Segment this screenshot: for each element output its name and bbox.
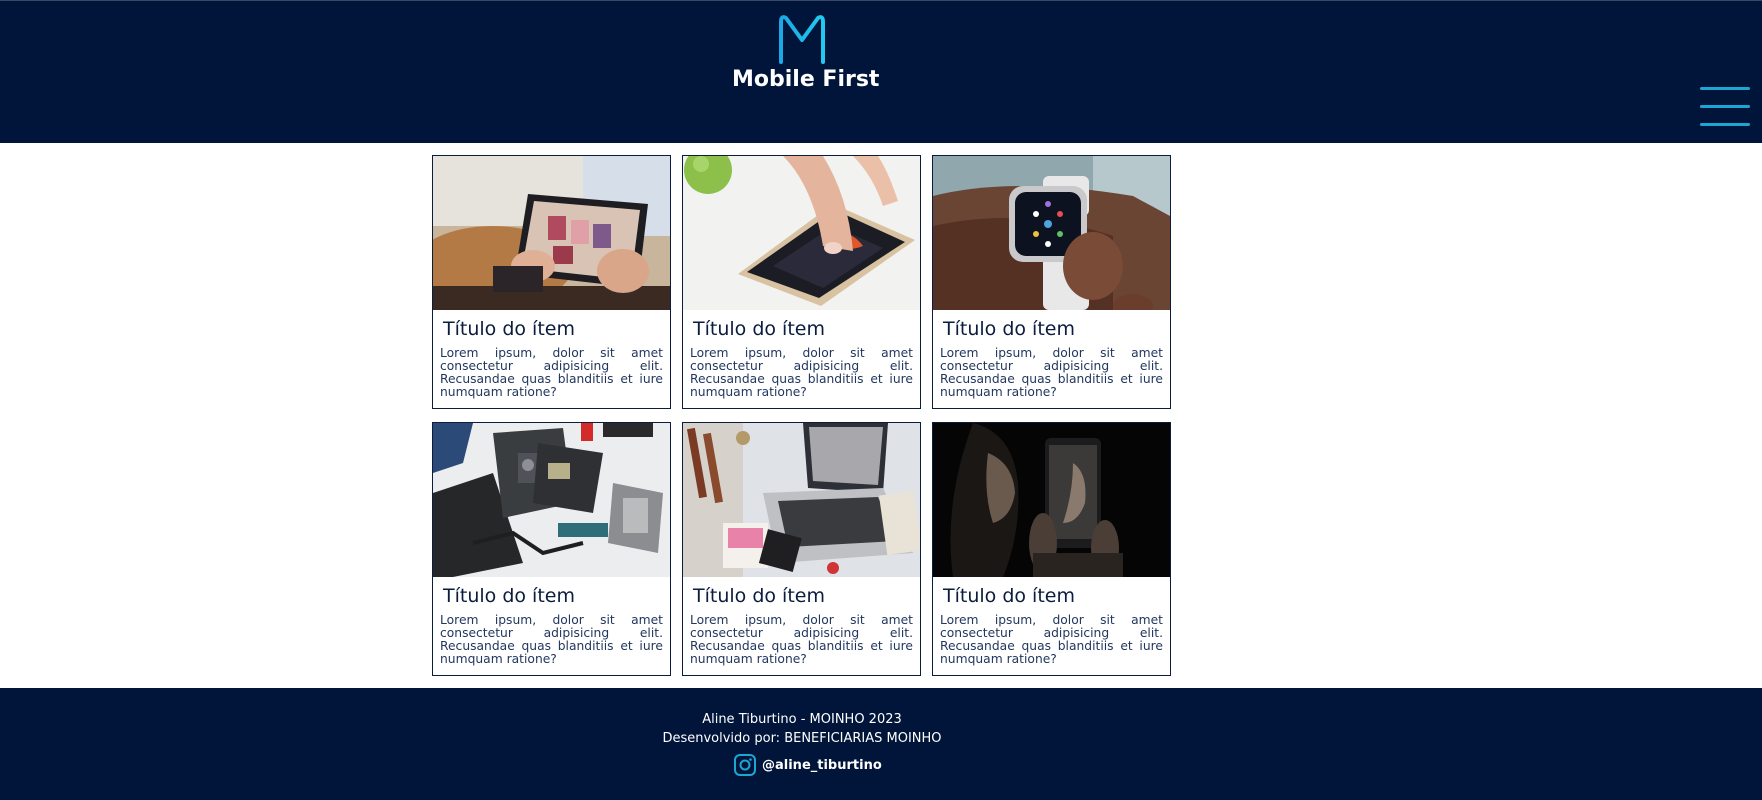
card-description: Lorem ipsum, dolor sit amet consectetur … — [940, 613, 1163, 666]
card-title: Título do ítem — [443, 318, 575, 340]
item-card[interactable]: Título do ítem Lorem ipsum, dolor sit am… — [432, 155, 671, 409]
footer-credits: Aline Tiburtino - MOINHO 2023 — [702, 712, 902, 727]
card-title: Título do ítem — [443, 585, 575, 607]
menu-bar — [1700, 87, 1750, 90]
brand-logo[interactable]: Mobile First — [732, 12, 880, 92]
card-description: Lorem ipsum, dolor sit amet consectetur … — [440, 613, 663, 666]
instagram-icon — [734, 754, 756, 776]
phone-parts-image — [433, 423, 670, 577]
item-card[interactable]: Título do ítem Lorem ipsum, dolor sit am… — [682, 422, 921, 676]
card-description: Lorem ipsum, dolor sit amet consectetur … — [940, 346, 1163, 399]
tablet-image — [433, 156, 670, 310]
woman-phone-image — [933, 423, 1170, 577]
m-logo-icon — [779, 15, 825, 64]
card-title: Título do ítem — [693, 585, 825, 607]
smartwatch-image — [933, 156, 1170, 310]
card-description: Lorem ipsum, dolor sit amet consectetur … — [690, 613, 913, 666]
smartphone-image — [683, 156, 920, 310]
menu-bar — [1700, 105, 1750, 108]
item-card[interactable]: Título do ítem Lorem ipsum, dolor sit am… — [932, 422, 1171, 676]
item-card[interactable]: Título do ítem Lorem ipsum, dolor sit am… — [932, 155, 1171, 409]
site-header: Mobile First — [0, 0, 1762, 143]
instagram-handle: @aline_tiburtino — [762, 757, 882, 773]
laptop-image — [683, 423, 920, 577]
brand-name: Mobile First — [732, 67, 880, 92]
card-description: Lorem ipsum, dolor sit amet consectetur … — [440, 346, 663, 399]
footer-developer: Desenvolvido por: BENEFICIARIAS MOINHO — [662, 731, 942, 746]
card-title: Título do ítem — [943, 585, 1075, 607]
instagram-link[interactable]: @aline_tiburtino — [733, 752, 882, 778]
card-description: Lorem ipsum, dolor sit amet consectetur … — [690, 346, 913, 399]
site-footer: Aline Tiburtino - MOINHO 2023 Desenvolvi… — [0, 688, 1762, 800]
card-title: Título do ítem — [943, 318, 1075, 340]
card-title: Título do ítem — [693, 318, 825, 340]
item-card[interactable]: Título do ítem Lorem ipsum, dolor sit am… — [432, 422, 671, 676]
hamburger-menu-icon[interactable] — [1700, 85, 1750, 129]
item-card[interactable]: Título do ítem Lorem ipsum, dolor sit am… — [682, 155, 921, 409]
menu-bar — [1700, 123, 1750, 126]
